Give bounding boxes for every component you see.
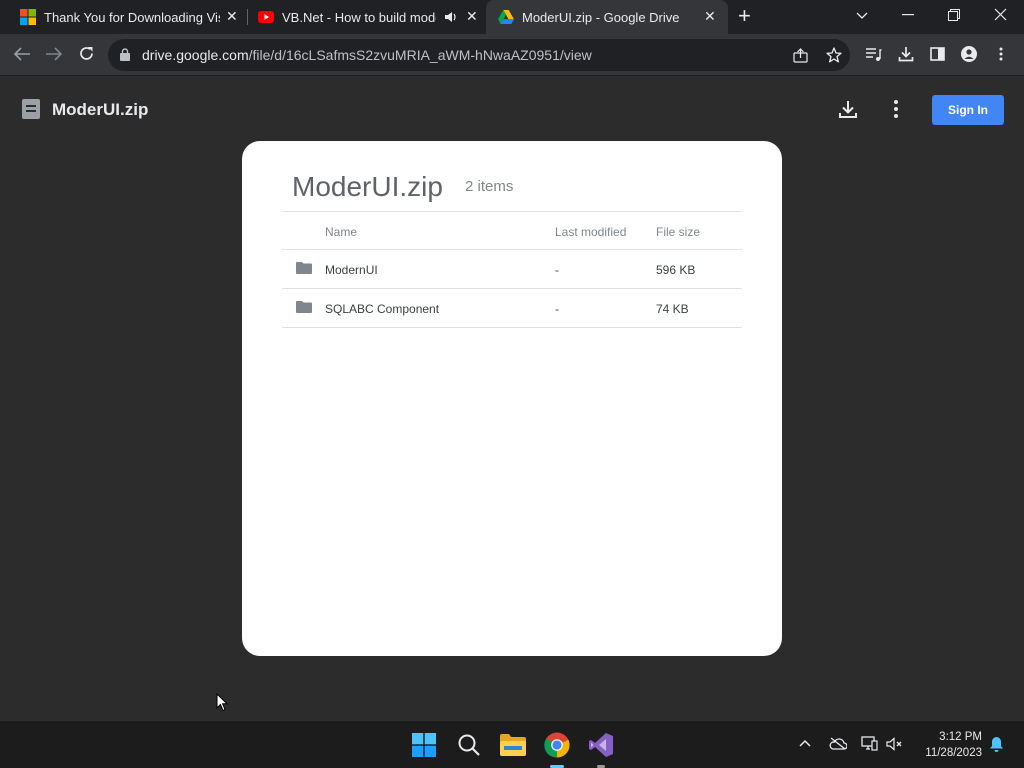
forward-icon[interactable] (45, 46, 63, 62)
profile-icon[interactable] (961, 46, 977, 62)
bookmark-star-icon[interactable] (826, 47, 842, 63)
minimize-icon[interactable] (902, 14, 914, 16)
close-window-icon[interactable] (994, 8, 1007, 21)
column-header-name: Name (325, 225, 358, 239)
tab-thank-you[interactable]: Thank You for Downloading Visu ✕ (0, 0, 246, 34)
mouse-cursor-icon (216, 693, 228, 712)
restore-icon[interactable] (948, 9, 960, 21)
microsoft-logo-icon (20, 9, 36, 25)
url-text[interactable]: drive.google.com/file/d/16cLSafmsS2zvuMR… (142, 47, 592, 63)
notification-bell-icon[interactable] (989, 736, 1004, 752)
folder-icon (296, 301, 312, 313)
row-modified: - (555, 302, 559, 316)
archive-preview-card: ModerUI.zip 2 items Name Last modified F… (242, 141, 782, 656)
side-panel-icon[interactable] (930, 47, 945, 61)
chrome-taskbar-button[interactable] (544, 732, 570, 768)
windows-start-icon[interactable] (412, 733, 436, 757)
reload-icon[interactable] (78, 45, 95, 62)
back-icon[interactable] (13, 46, 31, 62)
tab-youtube[interactable]: VB.Net - How to build mode ✕ (238, 0, 484, 34)
archive-title: ModerUI.zip (292, 171, 443, 202)
youtube-icon (258, 11, 274, 23)
download-icon[interactable] (838, 99, 858, 119)
tab-google-drive[interactable]: ModerUI.zip - Google Drive ✕ (486, 0, 728, 34)
url-host: drive.google.com (142, 47, 249, 63)
share-icon[interactable] (793, 48, 808, 63)
clock-time: 3:12 PM (939, 731, 982, 743)
tab-title: Thank You for Downloading Visu (44, 9, 220, 25)
table-header: Name Last modified File size (282, 211, 742, 250)
volume-muted-icon[interactable] (886, 737, 903, 751)
document-icon (22, 99, 40, 119)
column-header-size: File size (656, 225, 701, 239)
system-clock[interactable]: 3:12 PM 11/28/2023 (912, 729, 982, 761)
table-row[interactable]: ModernUI - 596 KB (282, 250, 742, 289)
folder-icon (296, 262, 312, 274)
onedrive-icon[interactable] (829, 737, 847, 750)
browser-menu-icon[interactable] (999, 47, 1003, 61)
row-name: SQLABC Component (325, 302, 440, 316)
chrome-icon (544, 732, 570, 758)
visual-studio-taskbar-button[interactable] (588, 732, 614, 768)
sign-in-button[interactable]: Sign In (932, 95, 1004, 125)
downloads-icon[interactable] (898, 46, 914, 62)
lock-icon[interactable] (120, 48, 130, 61)
new-tab-button[interactable]: + (738, 5, 751, 27)
row-name: ModernUI (325, 263, 378, 277)
drive-header: ModerUI.zip Sign In (0, 77, 1024, 137)
url-path: /file/d/16cLSafmsS2zvuMRIA_aWM-hNwaAZ095… (248, 47, 592, 63)
tab-title: ModerUI.zip - Google Drive (522, 9, 680, 25)
windows-taskbar: 3:12 PM 11/28/2023 (0, 720, 1024, 768)
visual-studio-icon (589, 733, 613, 757)
network-icon[interactable] (861, 736, 878, 751)
item-count: 2 items (465, 178, 514, 195)
tab-title: VB.Net - How to build mode (282, 9, 436, 25)
table-row[interactable]: SQLABC Component - 74 KB (282, 289, 742, 328)
show-hidden-icons-chevron-icon[interactable] (799, 739, 811, 747)
search-icon[interactable] (457, 733, 481, 757)
tab-close-icon[interactable]: ✕ (704, 8, 716, 25)
tab-close-icon[interactable]: ✕ (226, 8, 238, 25)
browser-toolbar: drive.google.com/file/d/16cLSafmsS2zvuMR… (0, 34, 1024, 76)
media-control-icon[interactable] (865, 47, 882, 62)
tab-strip: Thank You for Downloading Visu ✕ VB.Net … (0, 0, 1024, 34)
speaker-icon[interactable] (444, 11, 457, 23)
google-drive-icon (498, 10, 514, 24)
archive-table: Name Last modified File size ModernUI - … (282, 211, 742, 328)
clock-date: 11/28/2023 (925, 747, 982, 759)
column-header-modified: Last modified (555, 225, 627, 239)
address-bar[interactable]: drive.google.com/file/d/16cLSafmsS2zvuMR… (108, 39, 850, 71)
row-size: 74 KB (656, 302, 689, 316)
drive-file-title: ModerUI.zip (52, 100, 149, 119)
row-size: 596 KB (656, 263, 696, 277)
file-explorer-icon[interactable] (500, 734, 526, 756)
row-modified: - (555, 263, 559, 277)
tab-close-icon[interactable]: ✕ (466, 8, 478, 25)
more-options-icon[interactable] (888, 99, 904, 119)
tab-search-chevron-icon[interactable] (856, 9, 868, 21)
